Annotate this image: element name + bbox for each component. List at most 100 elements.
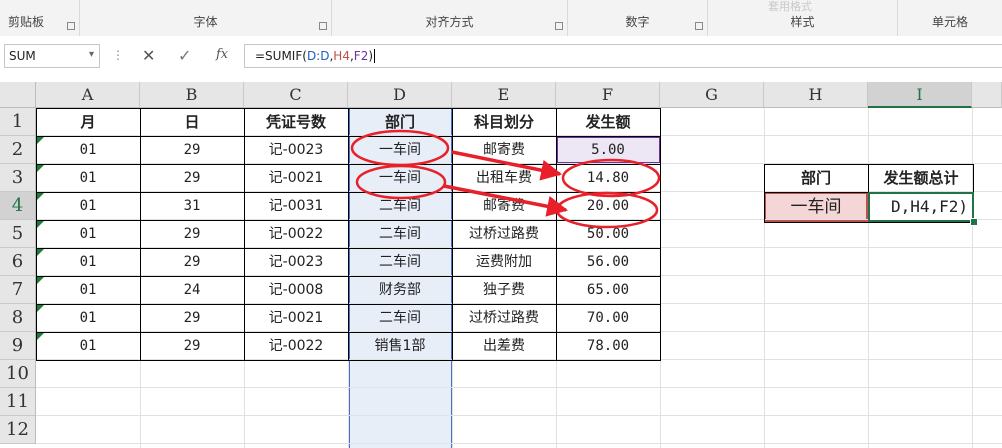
column-header-f[interactable]: F — [556, 82, 660, 108]
row-header-11[interactable]: 11 — [0, 388, 36, 416]
table-cell[interactable]: 65.00 — [556, 276, 660, 304]
row-header-2[interactable]: 2 — [0, 136, 36, 164]
table-cell[interactable]: 记-0021 — [244, 164, 348, 192]
table-cell[interactable]: 5.00 — [556, 136, 660, 164]
table-cell[interactable]: 01 — [36, 248, 140, 276]
table-cell[interactable]: 运费附加 — [452, 248, 556, 276]
table-cell[interactable]: 过桥过路费 — [452, 304, 556, 332]
select-all-corner[interactable] — [0, 82, 36, 108]
row-header-8[interactable]: 8 — [0, 304, 36, 332]
table-cell[interactable]: 一车间 — [348, 136, 452, 164]
active-cell[interactable]: D,H4,F2) — [868, 192, 974, 222]
column-header-c[interactable]: C — [244, 82, 348, 108]
column-header-b[interactable]: B — [140, 82, 244, 108]
table-header-cell[interactable]: 部门 — [348, 108, 452, 136]
table-cell[interactable]: 01 — [36, 164, 140, 192]
table-header-cell[interactable]: 科目划分 — [452, 108, 556, 136]
column-header-h[interactable]: H — [764, 82, 868, 108]
column-header-partial[interactable] — [972, 82, 1002, 108]
table-cell[interactable]: 记-0023 — [244, 248, 348, 276]
row-header-12[interactable]: 12 — [0, 416, 36, 444]
name-box[interactable]: SUM ▾ — [4, 44, 100, 68]
table-header-cell[interactable]: 发生额 — [556, 108, 660, 136]
formula-input[interactable]: =SUMIF(D:D,H4,F2) — [244, 44, 1002, 68]
number-launcher-icon[interactable] — [695, 22, 703, 30]
table-cell[interactable]: 记-0031 — [244, 192, 348, 220]
enter-icon[interactable]: ✓ — [178, 46, 191, 65]
table-cell[interactable]: 出差费 — [452, 332, 556, 360]
table-cell[interactable]: 78.00 — [556, 332, 660, 360]
error-indicator-icon[interactable] — [37, 137, 44, 144]
summary-header-dept[interactable]: 部门 — [764, 164, 868, 192]
table-cell[interactable]: 邮寄费 — [452, 192, 556, 220]
column-header-d[interactable]: D — [348, 82, 452, 108]
table-cell[interactable]: 一车间 — [348, 164, 452, 192]
table-cell[interactable]: 29 — [140, 248, 244, 276]
table-cell[interactable]: 56.00 — [556, 248, 660, 276]
row-header-7[interactable]: 7 — [0, 276, 36, 304]
column-header-g[interactable]: G — [660, 82, 764, 108]
table-cell[interactable]: 过桥过路费 — [452, 220, 556, 248]
font-launcher-icon[interactable] — [319, 22, 327, 30]
table-cell[interactable]: 邮寄费 — [452, 136, 556, 164]
table-cell[interactable]: 29 — [140, 304, 244, 332]
row-header-1[interactable]: 1 — [0, 108, 36, 136]
summary-header-total[interactable]: 发生额总计 — [868, 164, 974, 192]
table-cell[interactable]: 01 — [36, 304, 140, 332]
error-indicator-icon[interactable] — [37, 305, 44, 312]
table-cell[interactable]: 31 — [140, 192, 244, 220]
table-cell[interactable]: 50.00 — [556, 220, 660, 248]
alignment-launcher-icon[interactable] — [555, 22, 563, 30]
table-cell[interactable]: 二车间 — [348, 304, 452, 332]
table-cell[interactable]: 记-0022 — [244, 332, 348, 360]
cancel-icon[interactable]: ✕ — [142, 46, 155, 65]
column-header-i[interactable]: I — [868, 82, 972, 108]
table-cell[interactable]: 二车间 — [348, 220, 452, 248]
table-cell[interactable]: 20.00 — [556, 192, 660, 220]
table-header-cell[interactable]: 日 — [140, 108, 244, 136]
format-as-table-ghost[interactable]: 套用格式 — [768, 0, 812, 14]
table-cell[interactable]: 29 — [140, 332, 244, 360]
error-indicator-icon[interactable] — [37, 277, 44, 284]
error-indicator-icon[interactable] — [37, 193, 44, 200]
summary-dept-value[interactable]: 一车间 — [764, 192, 868, 222]
row-header-10[interactable]: 10 — [0, 360, 36, 388]
table-header-cell[interactable]: 凭证号数 — [244, 108, 348, 136]
table-cell[interactable]: 70.00 — [556, 304, 660, 332]
clipboard-launcher-icon[interactable] — [67, 22, 75, 30]
row-header-4[interactable]: 4 — [0, 192, 36, 220]
table-cell[interactable]: 二车间 — [348, 248, 452, 276]
error-indicator-icon[interactable] — [37, 249, 44, 256]
fill-handle[interactable] — [970, 218, 978, 226]
table-cell[interactable]: 14.80 — [556, 164, 660, 192]
table-cell[interactable]: 二车间 — [348, 192, 452, 220]
error-indicator-icon[interactable] — [37, 221, 44, 228]
table-cell[interactable]: 01 — [36, 276, 140, 304]
table-cell[interactable]: 销售1部 — [348, 332, 452, 360]
column-header-a[interactable]: A — [36, 82, 140, 108]
table-cell[interactable]: 01 — [36, 332, 140, 360]
row-header-9[interactable]: 9 — [0, 332, 36, 360]
column-header-e[interactable]: E — [452, 82, 556, 108]
table-cell[interactable]: 记-0023 — [244, 136, 348, 164]
error-indicator-icon[interactable] — [37, 165, 44, 172]
table-cell[interactable]: 24 — [140, 276, 244, 304]
name-box-dropdown-icon[interactable]: ▾ — [89, 49, 94, 60]
table-cell[interactable]: 29 — [140, 164, 244, 192]
table-header-cell[interactable]: 月 — [36, 108, 140, 136]
error-indicator-icon[interactable] — [37, 333, 44, 340]
row-header-5[interactable]: 5 — [0, 220, 36, 248]
table-cell[interactable]: 29 — [140, 136, 244, 164]
table-cell[interactable]: 记-0008 — [244, 276, 348, 304]
table-cell[interactable]: 记-0021 — [244, 304, 348, 332]
table-cell[interactable]: 29 — [140, 220, 244, 248]
table-cell[interactable]: 01 — [36, 136, 140, 164]
table-cell[interactable]: 出租车费 — [452, 164, 556, 192]
table-cell[interactable]: 独子费 — [452, 276, 556, 304]
insert-function-icon[interactable]: fx — [216, 47, 228, 62]
table-cell[interactable]: 01 — [36, 192, 140, 220]
row-header-6[interactable]: 6 — [0, 248, 36, 276]
table-cell[interactable]: 财务部 — [348, 276, 452, 304]
row-header-3[interactable]: 3 — [0, 164, 36, 192]
table-cell[interactable]: 01 — [36, 220, 140, 248]
